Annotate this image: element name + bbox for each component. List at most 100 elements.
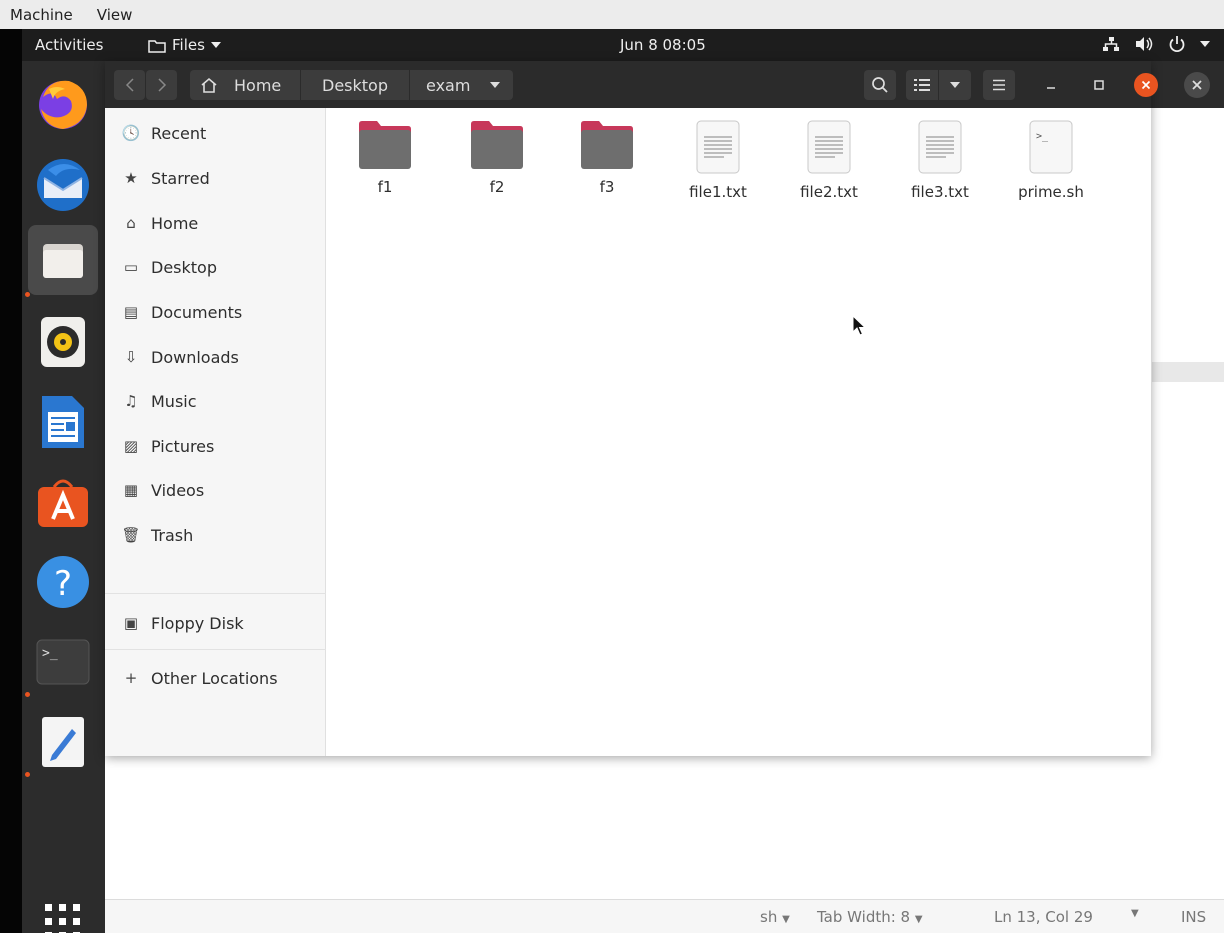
minimize-icon: [1047, 87, 1055, 89]
system-tray[interactable]: [1102, 35, 1210, 53]
back-button[interactable]: [114, 70, 145, 100]
help-launcher[interactable]: ?: [28, 547, 98, 617]
tab-width-label: Tab Width: 8: [817, 908, 911, 926]
apps-grid-icon: [45, 904, 80, 933]
sidebar-item-trash[interactable]: 🗑 Trash: [105, 517, 326, 553]
app-menu[interactable]: Files: [148, 36, 221, 54]
language-selector[interactable]: sh ▼: [760, 908, 790, 926]
folder-icon: [471, 121, 523, 169]
chevron-down-icon: [1200, 41, 1210, 47]
sidebar-item-pictures[interactable]: ▨ Pictures: [105, 428, 326, 464]
files-launcher[interactable]: [28, 225, 98, 295]
item-label: file3.txt: [911, 183, 969, 201]
clock-icon: 🕓: [121, 124, 141, 142]
vm-menubar: Machine View: [0, 0, 1224, 29]
svg-text:>_: >_: [1036, 131, 1049, 142]
menu-button[interactable]: [983, 70, 1015, 100]
folder-icon: [359, 121, 411, 169]
show-apps-button[interactable]: [28, 887, 98, 933]
writer-launcher[interactable]: [28, 387, 98, 457]
libreoffice-writer-icon: [42, 396, 84, 448]
vm-menu-machine[interactable]: Machine: [10, 6, 73, 24]
svg-text:>_: >_: [42, 646, 58, 661]
sidebar-item-documents[interactable]: ▤ Documents: [105, 294, 326, 330]
music-icon: ♫: [124, 392, 138, 410]
home-icon: ⌂: [126, 214, 136, 232]
activities-button[interactable]: Activities: [35, 36, 103, 54]
tab-width-selector[interactable]: Tab Width: 8 ▼: [817, 908, 923, 926]
cursor-position[interactable]: Ln 13, Col 29: [994, 908, 1093, 926]
gedit-current-line: [1152, 362, 1224, 382]
breadcrumb-desktop-label: Desktop: [322, 75, 388, 95]
breadcrumb-exam[interactable]: exam: [410, 70, 513, 100]
breadcrumb-desktop[interactable]: Desktop: [301, 70, 409, 100]
file-item-prime-sh[interactable]: >_ prime.sh: [1001, 119, 1101, 201]
text-editor-icon: [42, 717, 84, 767]
maximize-button[interactable]: [1089, 75, 1109, 95]
sidebar-item-recent[interactable]: 🕓 Recent: [105, 115, 326, 151]
sidebar-separator: [105, 593, 326, 594]
vm-menu-view[interactable]: View: [97, 6, 133, 24]
sidebar-item-other-locations[interactable]: + Other Locations: [105, 660, 326, 696]
search-button[interactable]: [864, 70, 896, 100]
folder-icon: [148, 39, 166, 53]
file-item-file1[interactable]: file1.txt: [668, 119, 768, 201]
home-icon: [201, 77, 217, 93]
view-list-button[interactable]: [906, 70, 938, 100]
folder-item-f1[interactable]: f1: [335, 120, 435, 196]
star-icon: ★: [124, 169, 138, 187]
breadcrumb-exam-label: exam: [426, 75, 471, 95]
item-label: file1.txt: [689, 183, 747, 201]
insert-mode: INS: [1181, 908, 1207, 926]
sidebar-item-starred[interactable]: ★ Starred: [105, 160, 326, 196]
terminal-launcher[interactable]: >_: [28, 627, 98, 697]
breadcrumb-home[interactable]: Home: [190, 70, 300, 100]
forward-button[interactable]: [146, 70, 177, 100]
sidebar-item-music[interactable]: ♫ Music: [105, 383, 326, 419]
thunderbird-launcher[interactable]: [28, 150, 98, 220]
sidebar-item-label: Pictures: [151, 436, 215, 456]
close-button[interactable]: [1134, 73, 1158, 97]
chevron-down-icon: [950, 82, 960, 88]
language-label: sh: [760, 908, 778, 926]
guest-desktop: sh ▼ Tab Width: 8 ▼ Ln 13, Col 29 ▼ INS …: [22, 29, 1224, 933]
gedit-statusbar: sh ▼ Tab Width: 8 ▼ Ln 13, Col 29 ▼ INS: [105, 899, 1224, 933]
script-file-icon: >_: [1029, 120, 1073, 174]
dock: ? >_: [22, 61, 105, 933]
folder-item-f2[interactable]: f2: [447, 120, 547, 196]
app-menu-label: Files: [172, 36, 205, 54]
chevron-right-icon: [157, 78, 166, 92]
item-label: f2: [489, 178, 505, 196]
thunderbird-icon: [37, 159, 89, 211]
desktop-icon: ▭: [123, 258, 139, 276]
file-item-file2[interactable]: file2.txt: [779, 119, 879, 201]
sidebar-item-label: Videos: [151, 480, 205, 500]
sidebar-item-label: Desktop: [151, 257, 217, 277]
item-label: prime.sh: [1018, 183, 1084, 201]
folder-item-f3[interactable]: f3: [557, 120, 657, 196]
clock[interactable]: Jun 8 08:05: [620, 36, 706, 54]
chevron-down-icon[interactable]: ▼: [1131, 908, 1139, 919]
software-launcher[interactable]: [28, 467, 98, 537]
firefox-launcher[interactable]: [28, 68, 98, 138]
close-icon: [1141, 80, 1151, 90]
list-view-icon: [914, 79, 930, 91]
rhythmbox-launcher[interactable]: [28, 307, 98, 377]
sidebar-item-videos[interactable]: ▦ Videos: [105, 472, 326, 508]
sidebar-item-floppy[interactable]: ▣ Floppy Disk: [105, 605, 326, 641]
sidebar-item-home[interactable]: ⌂ Home: [105, 205, 326, 241]
minimize-button[interactable]: [1041, 75, 1061, 95]
files-window: Home Desktop exam 🕓 Recent ★ Starred ⌂ H…: [105, 61, 1158, 756]
sidebar-item-label: Recent: [151, 123, 207, 143]
sidebar-item-downloads[interactable]: ⇩ Downloads: [105, 339, 326, 375]
view-options-button[interactable]: [939, 70, 971, 100]
terminal-icon: >_: [36, 639, 90, 685]
text-file-icon: [918, 120, 962, 174]
gedit-close-button[interactable]: [1184, 72, 1210, 98]
floppy-icon: ▣: [123, 614, 139, 632]
file-item-file3[interactable]: file3.txt: [890, 119, 990, 201]
sidebar-item-desktop[interactable]: ▭ Desktop: [105, 249, 326, 285]
sidebar-separator: [105, 649, 326, 650]
text-editor-launcher[interactable]: [28, 707, 98, 777]
chevron-left-icon: [125, 78, 134, 92]
